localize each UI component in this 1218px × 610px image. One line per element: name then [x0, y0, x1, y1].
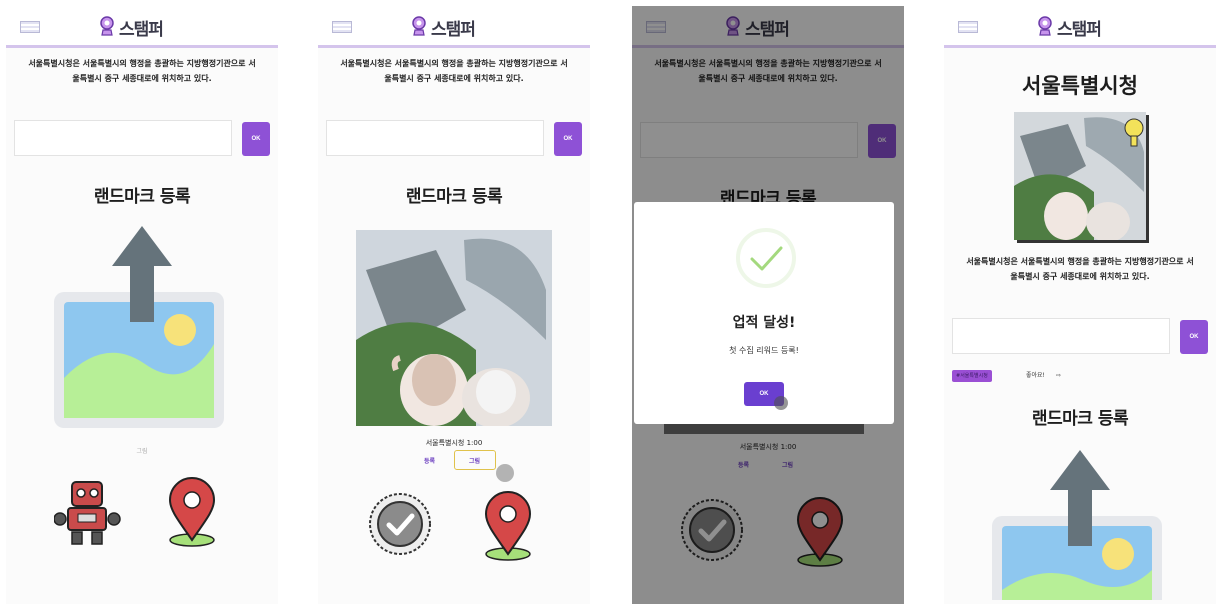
like-button[interactable]: 좋아요!	[1026, 370, 1045, 382]
comment-ok-button[interactable]: OK	[554, 122, 582, 156]
comment-row: OK	[14, 120, 270, 156]
comment-ok-button[interactable]: OK	[1180, 320, 1208, 354]
map-pin-icon[interactable]	[166, 476, 218, 548]
footer-notice	[12, 572, 272, 583]
landmark-description: 서울특별시청은 서울특별시의 행정을 총괄하는 지방행정기관으로 서울특별시 중…	[28, 59, 256, 83]
upload-image-icon[interactable]	[50, 226, 234, 436]
menu-icon[interactable]	[958, 21, 978, 33]
touch-indicator	[774, 396, 788, 410]
achievement-modal: 업적 달성! 첫 수집 리워드 등록! OK	[634, 202, 894, 424]
app-logo[interactable]: 스탬퍼	[98, 12, 164, 42]
menu-icon[interactable]	[20, 21, 40, 33]
landmark-name: 서울특별시청	[1022, 74, 1138, 98]
app-header: 스탬퍼	[6, 6, 278, 48]
retake-link-box[interactable]: 그림	[454, 450, 496, 470]
stamp-logo-icon	[412, 16, 426, 36]
landmark-description: 서울특별시청은 서울특별시의 행정을 총괄하는 지방행정기관으로 서울특별시 중…	[966, 257, 1194, 281]
touch-indicator	[496, 464, 514, 482]
comment-row: OK	[326, 120, 582, 156]
comment-row: OK	[952, 318, 1208, 354]
landmark-description: 서울특별시청은 서울특별시의 행정을 총괄하는 지방행정기관으로 서울특별시 중…	[340, 59, 568, 83]
landmark-photo[interactable]	[356, 230, 552, 426]
upload-image-icon[interactable]	[988, 450, 1172, 600]
robot-icon[interactable]	[54, 478, 122, 548]
like-arrow: ⇨	[1056, 372, 1062, 379]
landmark-photo[interactable]	[1014, 112, 1146, 240]
app-header: 스탬퍼	[318, 6, 590, 48]
comment-input[interactable]	[952, 318, 1170, 354]
logo-text: 스탬퍼	[1057, 19, 1102, 40]
comment-input[interactable]	[14, 120, 232, 156]
comment-ok-button[interactable]: OK	[242, 122, 270, 156]
screen-achievement-modal: 스탬퍼 서울특별시청은 서울특별시의 행정을 총괄하는 지방행정기관으로 서울특…	[632, 6, 904, 604]
app-header: 스탬퍼	[944, 6, 1216, 48]
register-link[interactable]: 등록	[424, 456, 435, 465]
screen-landmark-photo: 스탬퍼 서울특별시청은 서울특별시의 행정을 총괄하는 지방행정기관으로 서울특…	[318, 6, 590, 604]
logo-text: 스탬퍼	[431, 19, 476, 40]
comment-input[interactable]	[326, 120, 544, 156]
modal-title: 업적 달성!	[732, 315, 796, 331]
app-logo[interactable]: 스탬퍼	[1036, 12, 1102, 42]
modal-message: 첫 수집 리워드 등록!	[729, 346, 799, 355]
menu-icon[interactable]	[332, 21, 352, 33]
success-check-icon	[736, 228, 796, 288]
photo-label: 서울특별시청 1:00	[425, 439, 483, 447]
logo-text: 스탬퍼	[119, 19, 164, 40]
register-title: 랜드마크 등록	[93, 187, 191, 207]
stamp-logo-icon	[100, 16, 114, 36]
register-title: 랜드마크 등록	[1031, 409, 1129, 429]
map-pin-icon[interactable]	[482, 490, 534, 562]
stamp-logo-icon	[1038, 16, 1052, 36]
retake-link[interactable]: 그림	[469, 456, 480, 465]
screen-landmark-empty: 스탬퍼 서울특별시청은 서울특별시의 행정을 총괄하는 지방행정기관으로 서울특…	[6, 6, 278, 604]
app-logo[interactable]: 스탬퍼	[410, 12, 476, 42]
comment-tag: #서울특별시청	[952, 370, 992, 382]
upload-caption: 그림	[136, 448, 148, 455]
screen-landmark-detail: 스탬퍼 서울특별시청 서울특별시청은 서울특별시의 행정을 총괄하는 지방행정기…	[944, 6, 1216, 604]
register-title: 랜드마크 등록	[405, 187, 503, 207]
stamp-check-icon[interactable]	[368, 492, 432, 556]
